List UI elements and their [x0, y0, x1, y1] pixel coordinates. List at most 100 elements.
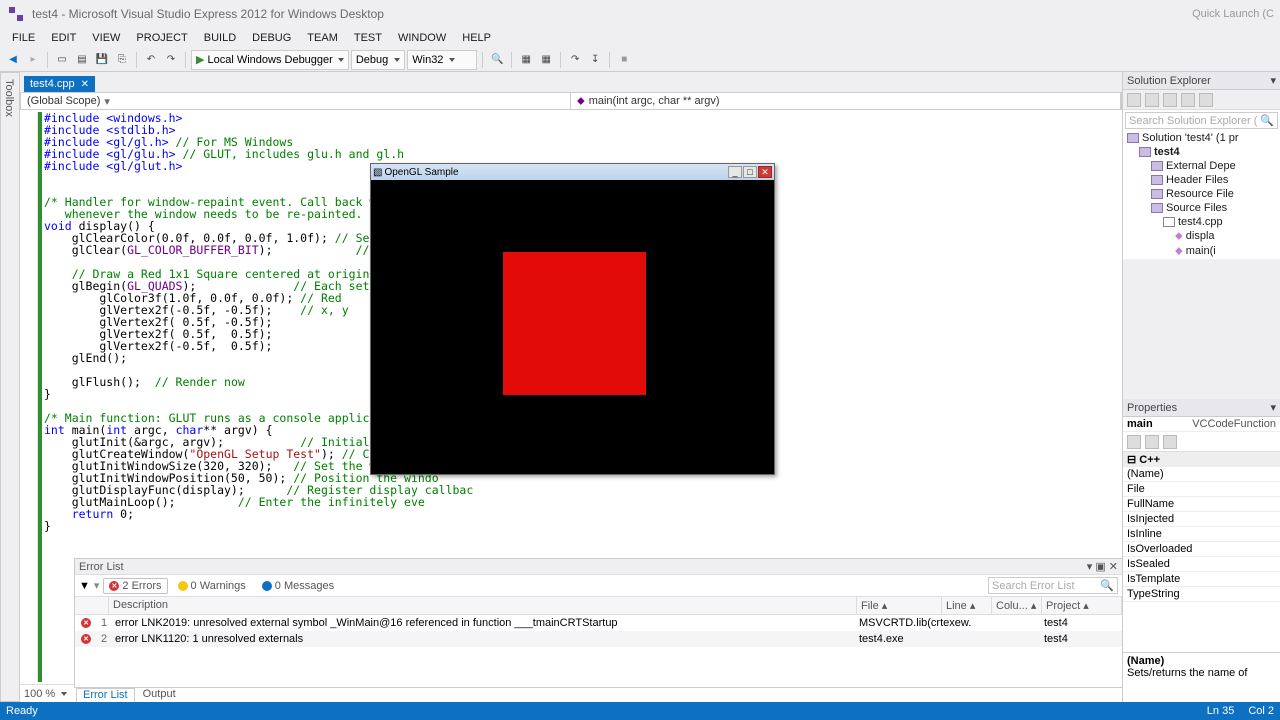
menu-view[interactable]: VIEW — [84, 30, 128, 46]
col-file[interactable]: File ▴ — [857, 597, 942, 614]
scope-bar: (Global Scope)▾ ⬥main(int argc, char ** … — [20, 92, 1122, 110]
menu-debug[interactable]: DEBUG — [244, 30, 299, 46]
nav-fwd-icon[interactable]: ▸ — [24, 51, 42, 69]
close-icon[interactable]: ✕ — [81, 79, 89, 90]
warnings-pill[interactable]: 0 Warnings — [172, 578, 252, 594]
opengl-sample-window[interactable]: ▧ OpenGL Sample _ □ ✕ — [370, 163, 775, 475]
uncomment-icon[interactable]: ▦ — [537, 51, 555, 69]
prop-row[interactable]: IsInline — [1123, 527, 1280, 542]
status-text: Ready — [6, 705, 38, 717]
undo-icon[interactable]: ↶ — [142, 51, 160, 69]
tab-label: test4.cpp — [30, 78, 75, 90]
tab-test4cpp[interactable]: test4.cpp ✕ — [24, 76, 95, 92]
messages-pill[interactable]: 0 Messages — [256, 578, 340, 594]
col-line[interactable]: Line ▴ — [942, 597, 992, 614]
opengl-title: OpenGL Sample — [384, 167, 458, 178]
config-select[interactable]: Debug — [351, 50, 405, 70]
solution-tree: Solution 'test4' (1 pr test4 External De… — [1123, 131, 1280, 259]
status-bar: Ready Ln 35 Col 2 — [0, 702, 1280, 720]
errors-pill[interactable]: ✕2 Errors — [103, 578, 167, 594]
properties-icon[interactable] — [1199, 93, 1213, 107]
separator — [185, 52, 186, 68]
menu-build[interactable]: BUILD — [196, 30, 244, 46]
properties-context: main VCCodeFunction — [1123, 417, 1280, 432]
showall-icon[interactable] — [1181, 93, 1195, 107]
prop-row[interactable]: IsSealed — [1123, 557, 1280, 572]
start-debug-button[interactable]: ▶ Local Windows Debugger — [191, 50, 349, 70]
properties-toolbar — [1123, 432, 1280, 452]
step-over-icon[interactable]: ↷ — [566, 51, 584, 69]
header-files-node[interactable]: Header Files — [1125, 173, 1280, 187]
solution-node[interactable]: Solution 'test4' (1 pr — [1125, 131, 1280, 145]
open-icon[interactable]: ▤ — [73, 51, 91, 69]
scope-right[interactable]: ⬥main(int argc, char ** argv) — [571, 93, 1121, 109]
menu-team[interactable]: TEAM — [299, 30, 346, 46]
scope-left[interactable]: (Global Scope)▾ — [21, 93, 571, 109]
minimize-button[interactable]: _ — [728, 166, 742, 178]
menu-project[interactable]: PROJECT — [128, 30, 195, 46]
menu-help[interactable]: HELP — [454, 30, 499, 46]
prop-row[interactable]: TypeString — [1123, 587, 1280, 602]
error-row[interactable]: ✕2error LNK1120: 1 unresolved externalst… — [75, 631, 1122, 647]
redo-icon[interactable]: ↷ — [162, 51, 180, 69]
props-group-cpp[interactable]: ⊟ C++ — [1123, 452, 1280, 467]
nav-back-icon[interactable]: ◀ — [4, 51, 22, 69]
col-project[interactable]: Project ▴ — [1042, 597, 1122, 614]
step-into-icon[interactable]: ↧ — [586, 51, 604, 69]
platform-select[interactable]: Win32 — [407, 50, 477, 70]
file-test4cpp-node[interactable]: test4.cpp — [1125, 215, 1280, 229]
prop-row[interactable]: IsTemplate — [1123, 572, 1280, 587]
new-icon[interactable]: ▭ — [53, 51, 71, 69]
solution-explorer-toolbar — [1123, 90, 1280, 110]
stop-icon[interactable]: ■ — [615, 51, 633, 69]
quick-launch[interactable]: Quick Launch (C — [1192, 8, 1274, 20]
prop-row[interactable]: IsOverloaded — [1123, 542, 1280, 557]
home-icon[interactable] — [1127, 93, 1141, 107]
gl-app-icon: ▧ — [373, 167, 382, 178]
chevron-down-icon — [338, 58, 344, 62]
menu-edit[interactable]: EDIT — [43, 30, 84, 46]
save-all-icon[interactable]: ⎘ — [113, 51, 131, 69]
source-files-node[interactable]: Source Files — [1125, 201, 1280, 215]
col-description[interactable]: Description — [109, 597, 857, 614]
project-node[interactable]: test4 — [1125, 145, 1280, 159]
maximize-button[interactable]: □ — [743, 166, 757, 178]
save-icon[interactable]: 💾 — [93, 51, 111, 69]
resource-files-node[interactable]: Resource File — [1125, 187, 1280, 201]
close-button[interactable]: ✕ — [758, 166, 772, 178]
error-search[interactable]: Search Error List🔍 — [988, 577, 1118, 594]
vs-logo-icon — [6, 4, 26, 24]
tab-output[interactable]: Output — [137, 688, 182, 702]
func-main-node[interactable]: ⬥ main(i — [1125, 244, 1280, 259]
props-page-icon[interactable] — [1163, 435, 1177, 449]
play-icon: ▶ — [196, 53, 204, 66]
separator — [136, 52, 137, 68]
prop-row[interactable]: FullName — [1123, 497, 1280, 512]
bottom-tabs: Error List Output — [74, 688, 1123, 702]
col-column[interactable]: Colu... ▴ — [992, 597, 1042, 614]
filter-icon[interactable]: ▼ — [79, 580, 90, 592]
comment-icon[interactable]: ▦ — [517, 51, 535, 69]
collapse-icon[interactable] — [1145, 93, 1159, 107]
alphabetical-icon[interactable] — [1145, 435, 1159, 449]
opengl-titlebar[interactable]: ▧ OpenGL Sample _ □ ✕ — [371, 164, 774, 180]
prop-row[interactable]: File — [1123, 482, 1280, 497]
external-deps-node[interactable]: External Depe — [1125, 159, 1280, 173]
toolbox-tab[interactable]: Toolbox — [0, 72, 20, 702]
zoom-value[interactable]: 100 % — [24, 688, 55, 700]
title-bar: test4 - Microsoft Visual Studio Express … — [0, 0, 1280, 28]
refresh-icon[interactable] — [1163, 93, 1177, 107]
prop-row[interactable]: (Name) — [1123, 467, 1280, 482]
solution-search[interactable]: Search Solution Explorer (🔍 — [1125, 112, 1278, 129]
properties-panel: main VCCodeFunction ⊟ C++ (Name)FileFull… — [1123, 417, 1280, 702]
error-row[interactable]: ✕1error LNK2019: unresolved external sym… — [75, 615, 1122, 631]
categorized-icon[interactable] — [1127, 435, 1141, 449]
toolbar: ◀ ▸ ▭ ▤ 💾 ⎘ ↶ ↷ ▶ Local Windows Debugger… — [0, 48, 1280, 72]
menu-file[interactable]: FILE — [4, 30, 43, 46]
find-icon[interactable]: 🔍 — [488, 51, 506, 69]
prop-row[interactable]: IsInjected — [1123, 512, 1280, 527]
tab-error-list[interactable]: Error List — [76, 688, 135, 702]
menu-test[interactable]: TEST — [346, 30, 390, 46]
func-display-node[interactable]: ⬥ displa — [1125, 229, 1280, 244]
menu-window[interactable]: WINDOW — [390, 30, 454, 46]
